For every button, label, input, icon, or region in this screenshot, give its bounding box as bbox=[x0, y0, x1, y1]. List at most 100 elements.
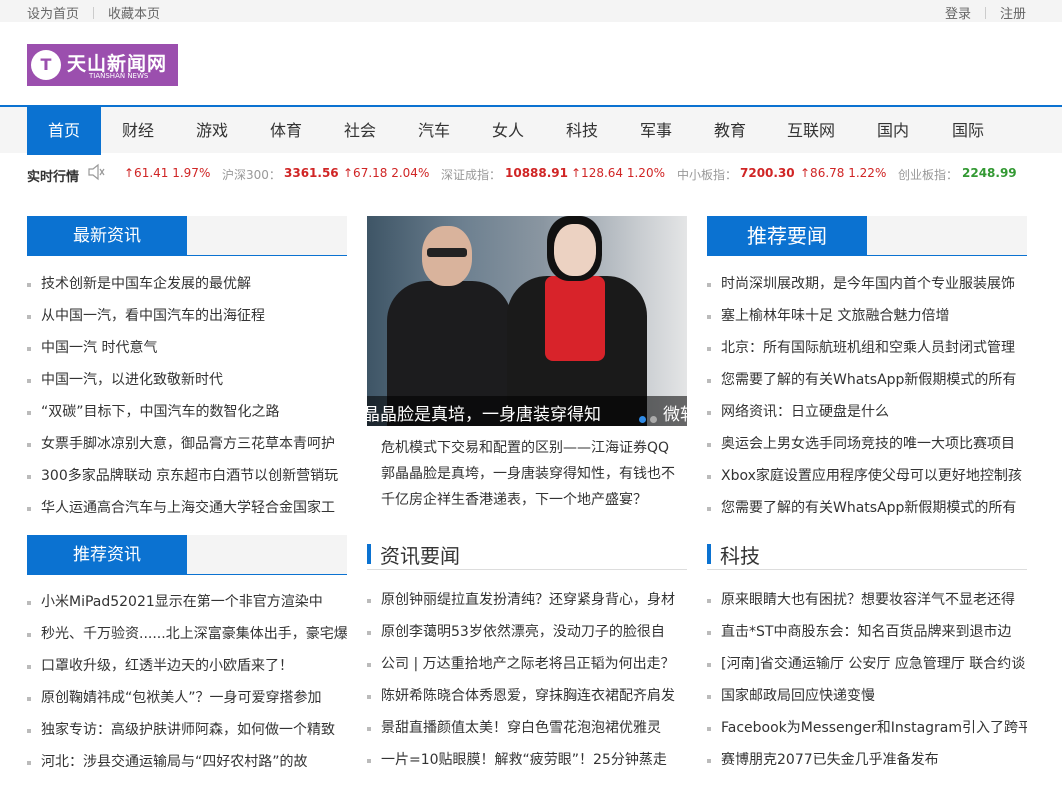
list-item[interactable]: 原创李蔼明53岁依然漂亮，没动刀子的脸很自 bbox=[367, 616, 687, 648]
list-item[interactable]: 女票手脚冰凉别大意，御品膏方三花草本青呵护 bbox=[27, 428, 347, 460]
list-item[interactable]: 中国一汽，以进化致敬新时代 bbox=[27, 364, 347, 396]
list-item[interactable]: 国家邮政局回应快递变慢 bbox=[707, 680, 1027, 712]
latest-news-title[interactable]: 最新资讯 bbox=[27, 216, 187, 256]
list-item[interactable]: 奥运会上男女选手同场竞技的唯一大项比赛项目 bbox=[707, 428, 1027, 460]
ticker-change: ↑61.41 1.97% bbox=[124, 166, 211, 180]
slider-caption-text[interactable]: 晶晶脸是真培，一身唐装穿得知 bbox=[367, 400, 601, 425]
featured-news-title[interactable]: 推荐要闻 bbox=[707, 216, 867, 256]
recommend-header: 推荐资讯 bbox=[27, 535, 347, 575]
ticker-value: 7200.30 bbox=[740, 166, 795, 180]
list-item[interactable]: 时尚深圳展改期，是今年国内首个专业服装展饰 bbox=[707, 268, 1027, 300]
nav-item-domestic[interactable]: 国内 bbox=[855, 107, 931, 155]
ticker-change: ↑67.18 2.04% bbox=[343, 166, 430, 180]
ticker-name: 创业板指： bbox=[898, 168, 959, 182]
headlines-title[interactable]: 资讯要闻 bbox=[380, 540, 460, 569]
featured-news-header: 推荐要闻 bbox=[707, 216, 1027, 256]
list-item[interactable]: 郭晶晶脸是真垮，一身唐装穿得知性，有钱也不 bbox=[367, 461, 687, 487]
slider-dot[interactable] bbox=[650, 416, 657, 423]
ticker-value: 10888.91 bbox=[505, 166, 569, 180]
bookmark-link[interactable]: 收藏本页 bbox=[108, 7, 160, 22]
photo-slider[interactable]: 晶晶脸是真培，一身唐装穿得知 微软 bbox=[367, 216, 687, 426]
list-item[interactable]: 赛博朋克2077已失金几乎准备发布 bbox=[707, 744, 1027, 776]
list-item[interactable]: [河南]省交通运输厅 公安厅 应急管理厅 联合约谈 bbox=[707, 648, 1027, 680]
list-item[interactable]: 秒光、千万验资......北上深富豪集体出手，豪宅爆 bbox=[27, 618, 347, 650]
list-item[interactable]: 一片=10贴眼膜！解救“疲劳眼”！25分钟蒸走 bbox=[367, 744, 687, 776]
slider-dots bbox=[639, 408, 661, 426]
list-item[interactable]: Xbox家庭设置应用程序使父母可以更好地控制孩 bbox=[707, 460, 1027, 492]
list-item[interactable]: 独家专访：高级护肤讲师阿森，如何做一个精致 bbox=[27, 714, 347, 746]
nav-item-women[interactable]: 女人 bbox=[471, 107, 545, 155]
ticker-value: 3361.56 bbox=[284, 166, 339, 180]
list-item[interactable]: Facebook为Messenger和Instagram引入了跨平 bbox=[707, 712, 1027, 744]
section-bar bbox=[707, 544, 711, 564]
nav-item-international[interactable]: 国际 bbox=[931, 107, 1005, 155]
list-item[interactable]: 河北：涉县交通运输局与“四好农村路”的故 bbox=[27, 746, 347, 778]
list-item[interactable]: 原创钟丽缇拉直发扮清纯？还穿紧身背心，身材 bbox=[367, 584, 687, 616]
ticker-change: ↑128.64 1.20% bbox=[571, 166, 665, 180]
list-item[interactable]: 您需要了解的有关WhatsApp新假期模式的所有 bbox=[707, 492, 1027, 524]
list-item[interactable]: 小米MiPad52021显示在第一个非官方渲染中 bbox=[27, 586, 347, 618]
top-bar-right: 登录 注册 bbox=[945, 3, 1026, 22]
list-item[interactable]: 北京：所有国际航班机组和空乘人员封闭式管理 bbox=[707, 332, 1027, 364]
ticker-change: ↑86.78 1.22% bbox=[800, 166, 887, 180]
list-item[interactable]: 景甜直播颜值太美！穿白色雪花泡泡裙优雅灵 bbox=[367, 712, 687, 744]
set-home-link[interactable]: 设为首页 bbox=[27, 7, 79, 22]
market-ticker: 实时行情 ↑61.41 1.97% 沪深300： 3361.56 ↑67.18 … bbox=[0, 158, 1062, 190]
nav-item-sports[interactable]: 体育 bbox=[249, 107, 323, 155]
list-item[interactable]: 中国一汽 时代意气 bbox=[27, 332, 347, 364]
tech-title[interactable]: 科技 bbox=[720, 540, 760, 569]
latest-news-list: 技术创新是中国车企发展的最优解 从中国一汽，看中国汽车的出海征程 中国一汽 时代… bbox=[27, 268, 347, 524]
nav-item-finance[interactable]: 财经 bbox=[101, 107, 175, 155]
list-item[interactable]: 直击*ST中商股东会：知名百货品牌来到退市边 bbox=[707, 616, 1027, 648]
slider-dot[interactable] bbox=[639, 416, 646, 423]
tech-list: 原来眼睛大也有困扰？想要妆容洋气不显老还得 直击*ST中商股东会：知名百货品牌来… bbox=[707, 584, 1027, 776]
headlines-list: 原创钟丽缇拉直发扮清纯？还穿紧身背心，身材 原创李蔼明53岁依然漂亮，没动刀子的… bbox=[367, 584, 687, 776]
headlines-header: 资讯要闻 bbox=[367, 538, 687, 570]
nav-item-society[interactable]: 社会 bbox=[323, 107, 397, 155]
logo-subtitle: TIANSHAN NEWS bbox=[89, 72, 149, 80]
list-item[interactable]: 网络资讯：日立硬盘是什么 bbox=[707, 396, 1027, 428]
speaker-icon[interactable] bbox=[87, 163, 105, 184]
register-link[interactable]: 注册 bbox=[1000, 7, 1026, 22]
nav-item-military[interactable]: 军事 bbox=[619, 107, 693, 155]
list-item[interactable]: 您需要了解的有关WhatsApp新假期模式的所有 bbox=[707, 364, 1027, 396]
site-logo[interactable]: T 天山新闻网 TIANSHAN NEWS bbox=[27, 44, 178, 86]
latest-news-header: 最新资讯 bbox=[27, 216, 347, 256]
list-item[interactable]: “双碳”目标下，中国汽车的数智化之路 bbox=[27, 396, 347, 428]
main-nav: 首页 财经 游戏 体育 社会 汽车 女人 科技 军事 教育 互联网 国内 国际 bbox=[0, 105, 1062, 155]
slider-links: 危机模式下交易和配置的区别——江海证券QQ 郭晶晶脸是真垮，一身唐装穿得知性，有… bbox=[367, 435, 687, 513]
top-bar: 设为首页 收藏本页 登录 注册 bbox=[0, 0, 1062, 22]
slider-image-figure bbox=[497, 216, 647, 426]
recommend-title[interactable]: 推荐资讯 bbox=[27, 535, 187, 575]
nav-item-tech[interactable]: 科技 bbox=[545, 107, 619, 155]
ticker-name: 中小板指： bbox=[677, 168, 738, 182]
list-item[interactable]: 陈妍希陈晓合体秀恩爱，穿抹胸连衣裙配齐肩发 bbox=[367, 680, 687, 712]
divider bbox=[984, 7, 986, 19]
ticker-value: 2248.99 bbox=[962, 166, 1017, 180]
slider-caption-next[interactable]: 微软 bbox=[663, 400, 687, 425]
list-item[interactable]: 华人运通高合汽车与上海交通大学轻合金国家工 bbox=[27, 492, 347, 524]
list-item[interactable]: 口罩收升级，红透半边天的小欧盾来了！ bbox=[27, 650, 347, 682]
list-item[interactable]: 技术创新是中国车企发展的最优解 bbox=[27, 268, 347, 300]
logo-mark-icon: T bbox=[31, 50, 61, 80]
featured-news-list: 时尚深圳展改期，是今年国内首个专业服装展饰 塞上榆林年味十足 文旅融合魅力倍增 … bbox=[707, 268, 1027, 524]
recommend-list: 小米MiPad52021显示在第一个非官方渲染中 秒光、千万验资......北上… bbox=[27, 586, 347, 778]
divider bbox=[93, 7, 95, 19]
list-item[interactable]: 原创鞠婧祎成“包袱美人”？一身可爱穿搭参加 bbox=[27, 682, 347, 714]
tech-header: 科技 bbox=[707, 538, 1027, 570]
list-item[interactable]: 塞上榆林年味十足 文旅融合魅力倍增 bbox=[707, 300, 1027, 332]
section-bar bbox=[367, 544, 371, 564]
nav-item-education[interactable]: 教育 bbox=[693, 107, 767, 155]
nav-item-home[interactable]: 首页 bbox=[27, 107, 101, 155]
nav-item-internet[interactable]: 互联网 bbox=[767, 107, 855, 155]
list-item[interactable]: 公司 | 万达重拾地产之际老将吕正韬为何出走？ bbox=[367, 648, 687, 680]
login-link[interactable]: 登录 bbox=[945, 7, 971, 22]
nav-item-games[interactable]: 游戏 bbox=[175, 107, 249, 155]
list-item[interactable]: 300多家品牌联动 京东超市白酒节以创新营销玩 bbox=[27, 460, 347, 492]
list-item[interactable]: 从中国一汽，看中国汽车的出海征程 bbox=[27, 300, 347, 332]
list-item[interactable]: 危机模式下交易和配置的区别——江海证券QQ bbox=[367, 435, 687, 461]
list-item[interactable]: 原来眼睛大也有困扰？想要妆容洋气不显老还得 bbox=[707, 584, 1027, 616]
nav-item-auto[interactable]: 汽车 bbox=[397, 107, 471, 155]
list-item[interactable]: 千亿房企祥生香港递表，下一个地产盛宴？ bbox=[367, 487, 687, 513]
ticker-name: 沪深300： bbox=[222, 168, 281, 182]
